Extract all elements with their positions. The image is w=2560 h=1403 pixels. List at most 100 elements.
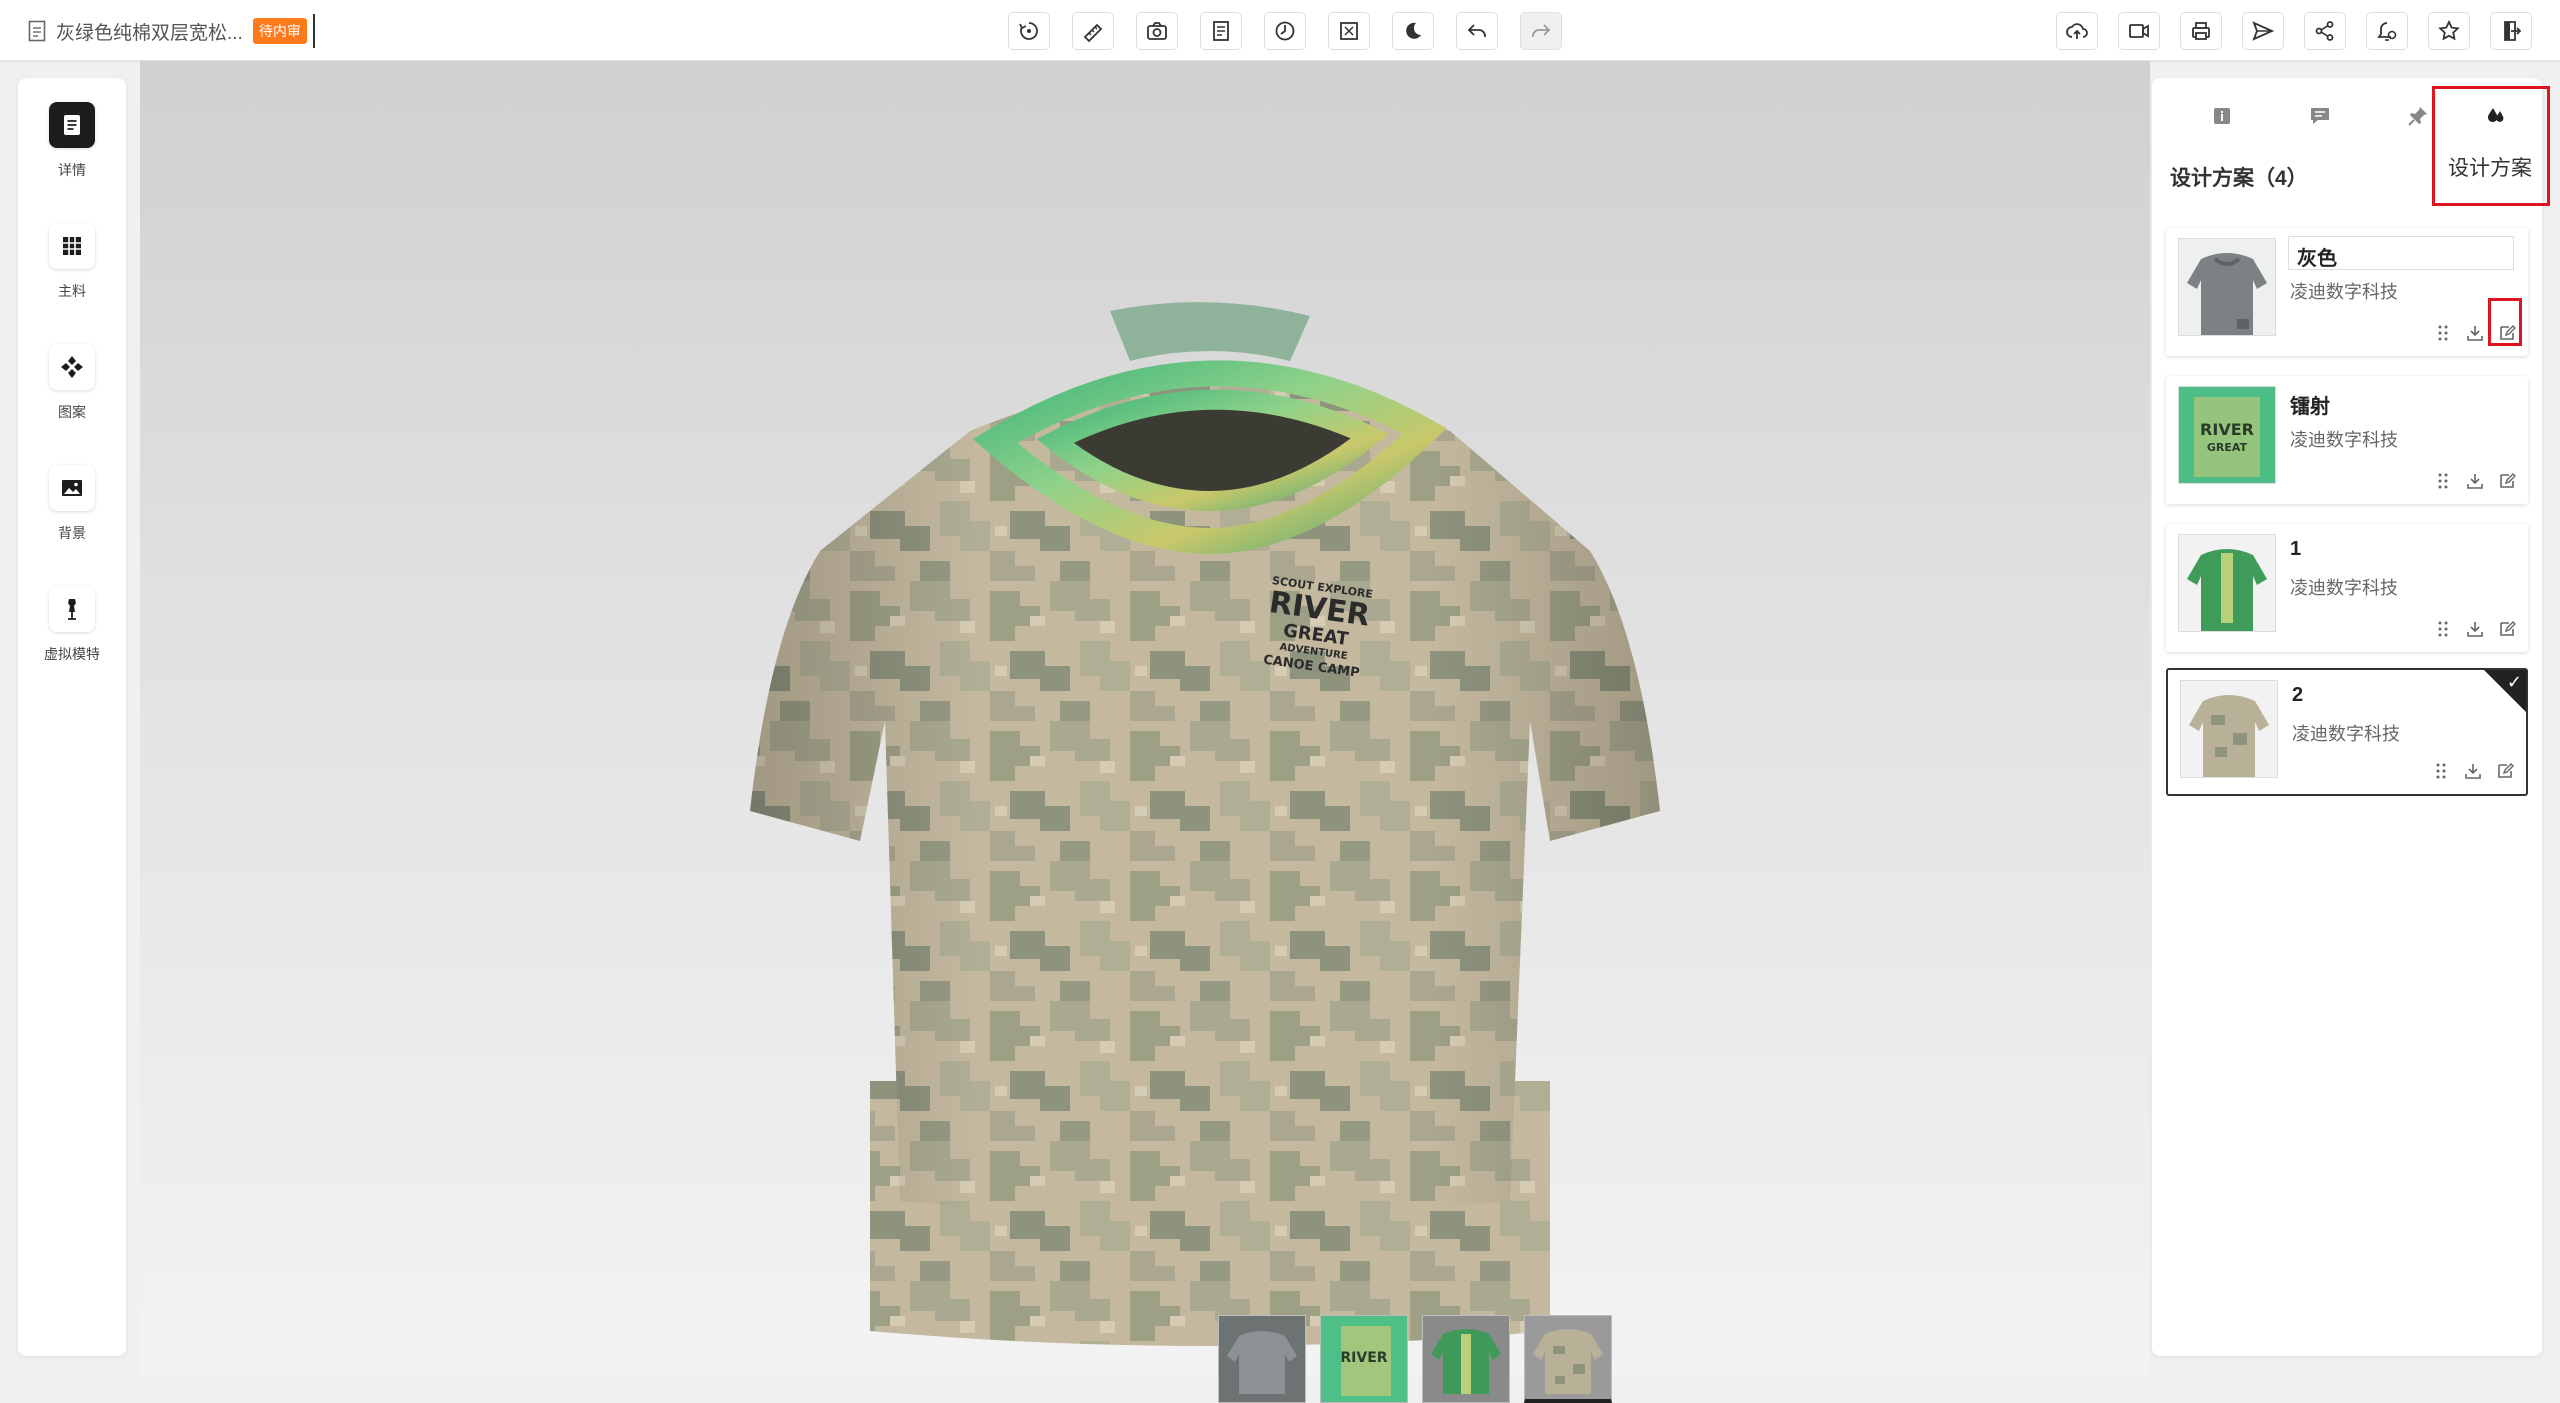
- night-mode-button[interactable]: [1392, 12, 1434, 50]
- redo-icon: [1532, 24, 1551, 37]
- video-button[interactable]: [2118, 12, 2160, 50]
- document-icon: [1213, 21, 1229, 41]
- video-icon: [2129, 24, 2149, 38]
- scheme-thumbnail: RIVER GREAT: [2178, 386, 2276, 484]
- star-icon: [2438, 19, 2460, 41]
- tab-comments[interactable]: [2300, 96, 2340, 136]
- sidebar-item-label: 图案: [58, 404, 86, 420]
- tab-highlight-box: [2432, 86, 2550, 206]
- send-button[interactable]: [2242, 12, 2284, 50]
- scheme-thumbnail: [2178, 238, 2276, 336]
- document-title[interactable]: 灰绿色纯棉双层宽松... 待内审: [28, 14, 315, 48]
- garment-model[interactable]: SCOUT EXPLORE RIVER GREAT ADVENTURE CANO…: [710, 301, 1710, 1381]
- mannequin-icon: [68, 599, 76, 620]
- cloud-upload-icon: [2066, 23, 2088, 39]
- edit-button-highlight: [2488, 298, 2522, 346]
- design-scheme-panel: 设计方案（4） 灰色 凌迪数字科技 RIVER GREAT 镭射 凌迪数字科技 1…: [2152, 78, 2542, 1356]
- document-title-text: 灰绿色纯棉双层宽松...: [56, 22, 243, 44]
- scheme-name-input[interactable]: 灰色: [2288, 236, 2514, 270]
- scheme-card-gray[interactable]: 灰色 凌迪数字科技: [2166, 228, 2528, 356]
- grid-icon: [63, 237, 81, 255]
- send-icon: [2252, 21, 2275, 41]
- fullscreen-icon: [1340, 22, 1358, 40]
- undo-button[interactable]: [1456, 12, 1498, 50]
- drag-handle-icon[interactable]: [2434, 324, 2452, 342]
- exit-icon: [2504, 21, 2522, 41]
- measure-button[interactable]: [1072, 12, 1114, 50]
- document-icon: [64, 115, 80, 135]
- scheme-thumbnail: [2180, 680, 2278, 778]
- clock-button[interactable]: [1264, 12, 1306, 50]
- alert-settings-icon: [2377, 22, 2397, 41]
- sidebar-item-main-material[interactable]: 主料: [18, 223, 126, 301]
- thumbnail-scheme-1[interactable]: [1422, 1315, 1510, 1403]
- share-icon: [2315, 21, 2334, 41]
- scheme-name: 2: [2292, 684, 2304, 706]
- check-icon: ✓: [2506, 672, 2522, 692]
- card-actions: [2432, 762, 2514, 780]
- pin-icon: [2408, 107, 2427, 126]
- right-tool-group: [2056, 12, 2532, 50]
- alert-settings-button[interactable]: [2366, 12, 2408, 50]
- sidebar-item-label: 虚拟模特: [44, 646, 100, 662]
- document-button[interactable]: [1200, 12, 1242, 50]
- sidebar-item-details[interactable]: 详情: [18, 102, 126, 180]
- thumbnail-scheme-laser[interactable]: RIVER: [1320, 1315, 1408, 1403]
- document-icon: [28, 20, 46, 42]
- favorite-button[interactable]: [2428, 12, 2470, 50]
- download-icon[interactable]: [2466, 324, 2484, 342]
- card-actions: [2434, 620, 2516, 638]
- rotate-button[interactable]: [1008, 12, 1050, 50]
- card-actions: [2434, 472, 2516, 490]
- scheme-owner: 凌迪数字科技: [2290, 578, 2398, 598]
- svg-text:RIVER: RIVER: [2200, 420, 2254, 439]
- pattern-icon: [61, 356, 83, 378]
- exit-button[interactable]: [2490, 12, 2532, 50]
- camera-button[interactable]: [1136, 12, 1178, 50]
- edit-icon[interactable]: [2498, 620, 2516, 638]
- center-tool-group: [1008, 12, 1562, 50]
- sidebar-item-label: 背景: [58, 525, 86, 541]
- sidebar-item-background[interactable]: 背景: [18, 465, 126, 543]
- image-icon: [62, 480, 82, 496]
- night-mode-icon: [1406, 22, 1421, 39]
- section-title: 设计方案（4）: [2170, 167, 2308, 190]
- drag-handle-icon[interactable]: [2434, 472, 2452, 490]
- measure-icon: [1083, 23, 1103, 43]
- scheme-owner: 凌迪数字科技: [2290, 282, 2398, 302]
- drag-handle-icon[interactable]: [2432, 762, 2450, 780]
- edit-icon[interactable]: [2498, 472, 2516, 490]
- sidebar-item-pattern[interactable]: 图案: [18, 344, 126, 422]
- download-icon[interactable]: [2466, 472, 2484, 490]
- printer-button[interactable]: [2180, 12, 2222, 50]
- comment-icon: [2311, 108, 2329, 124]
- redo-button[interactable]: [1520, 12, 1562, 50]
- undo-icon: [1467, 24, 1486, 37]
- scheme-thumbnail: [2178, 534, 2276, 632]
- camera-icon: [1147, 22, 1167, 40]
- scheme-name: 1: [2290, 538, 2302, 560]
- share-button[interactable]: [2304, 12, 2346, 50]
- scheme-card-2[interactable]: 2 凌迪数字科技 ✓: [2166, 668, 2528, 796]
- info-icon: [2214, 108, 2230, 124]
- drag-handle-icon[interactable]: [2434, 620, 2452, 638]
- edit-icon[interactable]: [2496, 762, 2514, 780]
- scheme-card-1[interactable]: 1 凌迪数字科技: [2166, 524, 2528, 652]
- top-toolbar: 灰绿色纯棉双层宽松... 待内审: [0, 0, 2560, 61]
- sidebar-item-virtual-model[interactable]: 虚拟模特: [18, 586, 126, 664]
- rotate-icon: [1019, 22, 1038, 40]
- 3d-viewport[interactable]: SCOUT EXPLORE RIVER GREAT ADVENTURE CANO…: [140, 61, 2280, 1403]
- scheme-card-laser[interactable]: RIVER GREAT 镭射 凌迪数字科技: [2166, 376, 2528, 504]
- thumbnail-scheme-2[interactable]: [1524, 1315, 1612, 1403]
- left-sidebar: 详情 主料 图案 背景 虚拟模特: [18, 78, 126, 1356]
- printer-icon: [2192, 22, 2210, 40]
- cloud-upload-button[interactable]: [2056, 12, 2098, 50]
- download-icon[interactable]: [2464, 762, 2482, 780]
- fullscreen-button[interactable]: [1328, 12, 1370, 50]
- tab-info[interactable]: [2202, 96, 2242, 136]
- status-badge: 待内审: [252, 18, 307, 44]
- clock-icon: [1275, 21, 1295, 41]
- scheme-owner: 凌迪数字科技: [2290, 430, 2398, 450]
- thumbnail-scheme-gray[interactable]: [1218, 1315, 1306, 1403]
- download-icon[interactable]: [2466, 620, 2484, 638]
